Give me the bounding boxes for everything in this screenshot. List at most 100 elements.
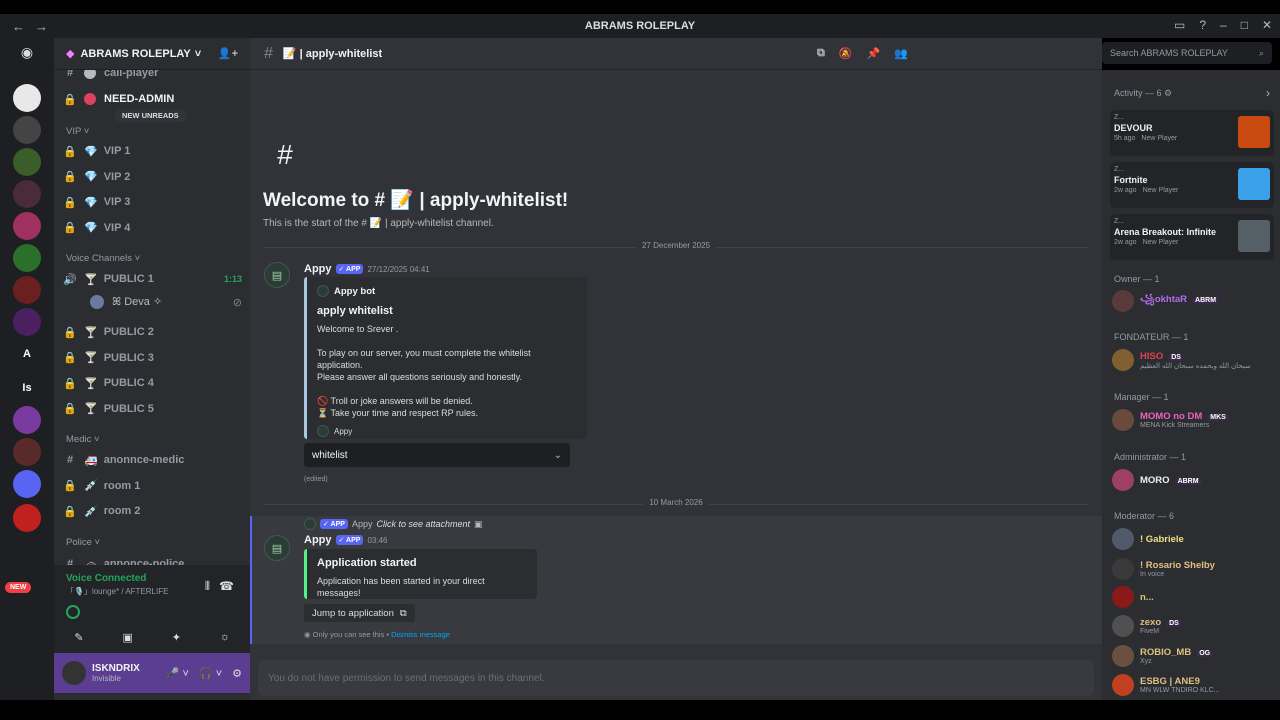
member-list-icon[interactable]: 👥 (894, 47, 908, 60)
server-icon[interactable] (13, 406, 41, 434)
channel-need-admin[interactable]: 🔒 NEED-ADMIN (62, 88, 242, 110)
server-icon[interactable] (13, 244, 41, 272)
category-police[interactable]: Police ˅ (66, 537, 100, 548)
jump-to-application-button[interactable]: Jump to application ⧉ (304, 604, 415, 622)
channel-item[interactable]: 🔒 💎 VIP 1 (62, 140, 242, 162)
member-item[interactable]: n... (1112, 584, 1276, 610)
member-item[interactable]: ROBIO_MB OG Xyz (1112, 643, 1276, 669)
avatar[interactable]: ▤ (264, 262, 290, 288)
activities-button[interactable]: ✦ (163, 627, 189, 647)
channel-label: PUBLIC 3 (103, 351, 154, 364)
close-icon[interactable]: ✕ (1262, 18, 1272, 32)
settings-icon[interactable]: ⚙ (232, 667, 242, 680)
medic-icon: 💉 (84, 480, 98, 492)
jump-label: Jump to application (312, 607, 394, 619)
member-item[interactable]: MOMO no DM MKS MENA Kick Streamers (1112, 407, 1276, 433)
member-item[interactable]: MORO ABRM (1112, 467, 1276, 493)
microphone-icon[interactable]: 🎤 ˅ (166, 667, 189, 680)
add-member-icon[interactable]: 👤+ (218, 47, 238, 60)
app-badge: ✓ APP (320, 519, 348, 529)
server-icon[interactable] (13, 148, 41, 176)
member-item[interactable]: ꧁okhtaR ABRM (1112, 288, 1276, 314)
server-icon[interactable] (13, 438, 41, 466)
category-medic[interactable]: Medic ˅ (66, 434, 100, 445)
disconnect-icon[interactable]: ☎ (219, 579, 234, 593)
member-item[interactable]: ! Gabriele (1112, 526, 1276, 552)
channel-item[interactable]: 🔒 💎 VIP 3 (62, 191, 242, 213)
whitelist-select[interactable]: whitelist ⌄ (304, 443, 570, 467)
role-header: FONDATEUR — 1 (1114, 332, 1189, 342)
maximize-icon[interactable]: □ (1241, 18, 1248, 32)
search-input[interactable]: Search ABRAMS ROLEPLAY ⌕ (1102, 42, 1272, 64)
new-unreads-pill[interactable]: NEW UNREADS (114, 109, 187, 122)
channel-item[interactable]: 🔒 🍸 PUBLIC 4 (62, 372, 242, 394)
activity-header[interactable]: Activity — 6 ⚙ (1114, 88, 1172, 99)
channel-item[interactable]: 🔒 🍸 PUBLIC 5 (62, 398, 242, 420)
back-icon[interactable]: ← (12, 19, 25, 34)
category-voice[interactable]: Voice Channels ˅ (66, 253, 140, 264)
channel-label: VIP 4 (103, 221, 131, 234)
dismiss-link[interactable]: Dismiss message (391, 630, 450, 639)
threads-icon[interactable]: ⧉ (817, 47, 825, 60)
server-icon[interactable]: Is (13, 374, 41, 402)
server-icon[interactable] (13, 276, 41, 304)
channel-item[interactable]: 🔒 💎 VIP 2 (62, 166, 242, 188)
soundboard-button[interactable]: ☼ (212, 627, 238, 647)
server-icon[interactable] (13, 84, 41, 112)
noise-suppression-icon[interactable]: ⦀ (205, 579, 210, 594)
new-badge[interactable]: NEW (5, 582, 32, 593)
channel-label: anonnce-medic (103, 454, 185, 466)
activity-card[interactable]: Z... Arena Breakout: Infinite 2w ago New Pl… (1110, 214, 1274, 260)
channel-item[interactable]: 🔊 🍸 PUBLIC 1 1:13 (62, 268, 242, 290)
reply-preview[interactable]: ✓ APP Appy Click to see attachment ▣ (304, 518, 483, 530)
channel-annonce-police[interactable]: # 🚓 annonce-police (62, 553, 242, 565)
server-list: ◉ A Is NEW (0, 38, 54, 700)
username[interactable]: ISKNDRIX (92, 663, 140, 674)
server-icon[interactable] (13, 212, 41, 240)
server-boost-icon: ◆ (66, 48, 75, 60)
server-icon[interactable] (13, 180, 41, 208)
activity-card[interactable]: Z... Fortnite 2w ago New Player (1110, 162, 1274, 208)
channel-item[interactable]: 🔒 💎 VIP 4 (62, 217, 242, 239)
channel-item[interactable]: 🔒 🍸 PUBLIC 2 (62, 321, 242, 343)
voice-channel[interactable]: 「🎙️」lounge* / AFTERLIFE (66, 586, 238, 597)
inbox-icon[interactable]: ▭ (1174, 18, 1185, 32)
direct-messages-icon[interactable]: ◉ (13, 38, 41, 66)
member-item[interactable]: ! Rosario Shelby In voice (1112, 556, 1276, 582)
avatar[interactable] (62, 661, 86, 685)
message-composer[interactable]: You do not have permission to send messa… (258, 660, 1094, 696)
avatar (1112, 586, 1134, 608)
channel-item[interactable]: # 🚑 anonnce-medic (62, 449, 242, 471)
member-item[interactable]: HISO DS سبحان الله وبحمده سبحان الله العظي… (1112, 347, 1276, 373)
category-vip[interactable]: VIP ˅ (66, 126, 89, 137)
voice-user-deva[interactable]: ꕤ Deva ✧ ⊘ (90, 291, 242, 313)
chevron-right-icon[interactable]: › (1266, 86, 1270, 100)
server-icon[interactable] (13, 116, 41, 144)
channel-item[interactable]: 🔒 💉 room 2 (62, 500, 242, 522)
camera-off-button[interactable]: ✎ (66, 627, 92, 647)
avatar (1112, 349, 1134, 371)
server-icon[interactable] (13, 308, 41, 336)
voice-status[interactable]: Voice Connected (66, 573, 238, 584)
avatar[interactable]: ▤ (264, 535, 290, 561)
channel-item[interactable]: 🔒 💉 room 1 (62, 475, 242, 497)
member-item[interactable]: ESBG | ANE9 MN WLW TNDIRO KLC... (1112, 672, 1276, 698)
server-header[interactable]: ◆ ABRAMS ROLEPLAY ˅ 👤+ (54, 38, 250, 70)
help-icon[interactable]: ? (1199, 18, 1206, 32)
activity-card[interactable]: Z... DEVOUR 5h ago New Player (1110, 110, 1274, 156)
pin-icon[interactable]: 📌 (867, 47, 881, 60)
channel-call-player[interactable]: # call-player (62, 70, 242, 84)
channel-item[interactable]: 🔒 🍸 PUBLIC 3 (62, 347, 242, 369)
server-icon[interactable] (13, 504, 41, 532)
notifications-icon[interactable]: 🔕 (839, 47, 853, 60)
forward-icon[interactable]: → (35, 19, 48, 34)
headphones-icon[interactable]: 🎧 ˅ (199, 667, 222, 680)
member-item[interactable]: zexo DS FiveM (1112, 613, 1276, 639)
author-name[interactable]: Appy (304, 534, 332, 546)
medic-icon: 🚑 (84, 454, 98, 467)
server-icon[interactable] (13, 470, 41, 498)
author-name[interactable]: Appy (304, 263, 332, 275)
server-icon[interactable]: A (13, 340, 41, 368)
screen-share-button[interactable]: ▣ (115, 627, 141, 647)
minimize-icon[interactable]: – (1220, 18, 1227, 32)
